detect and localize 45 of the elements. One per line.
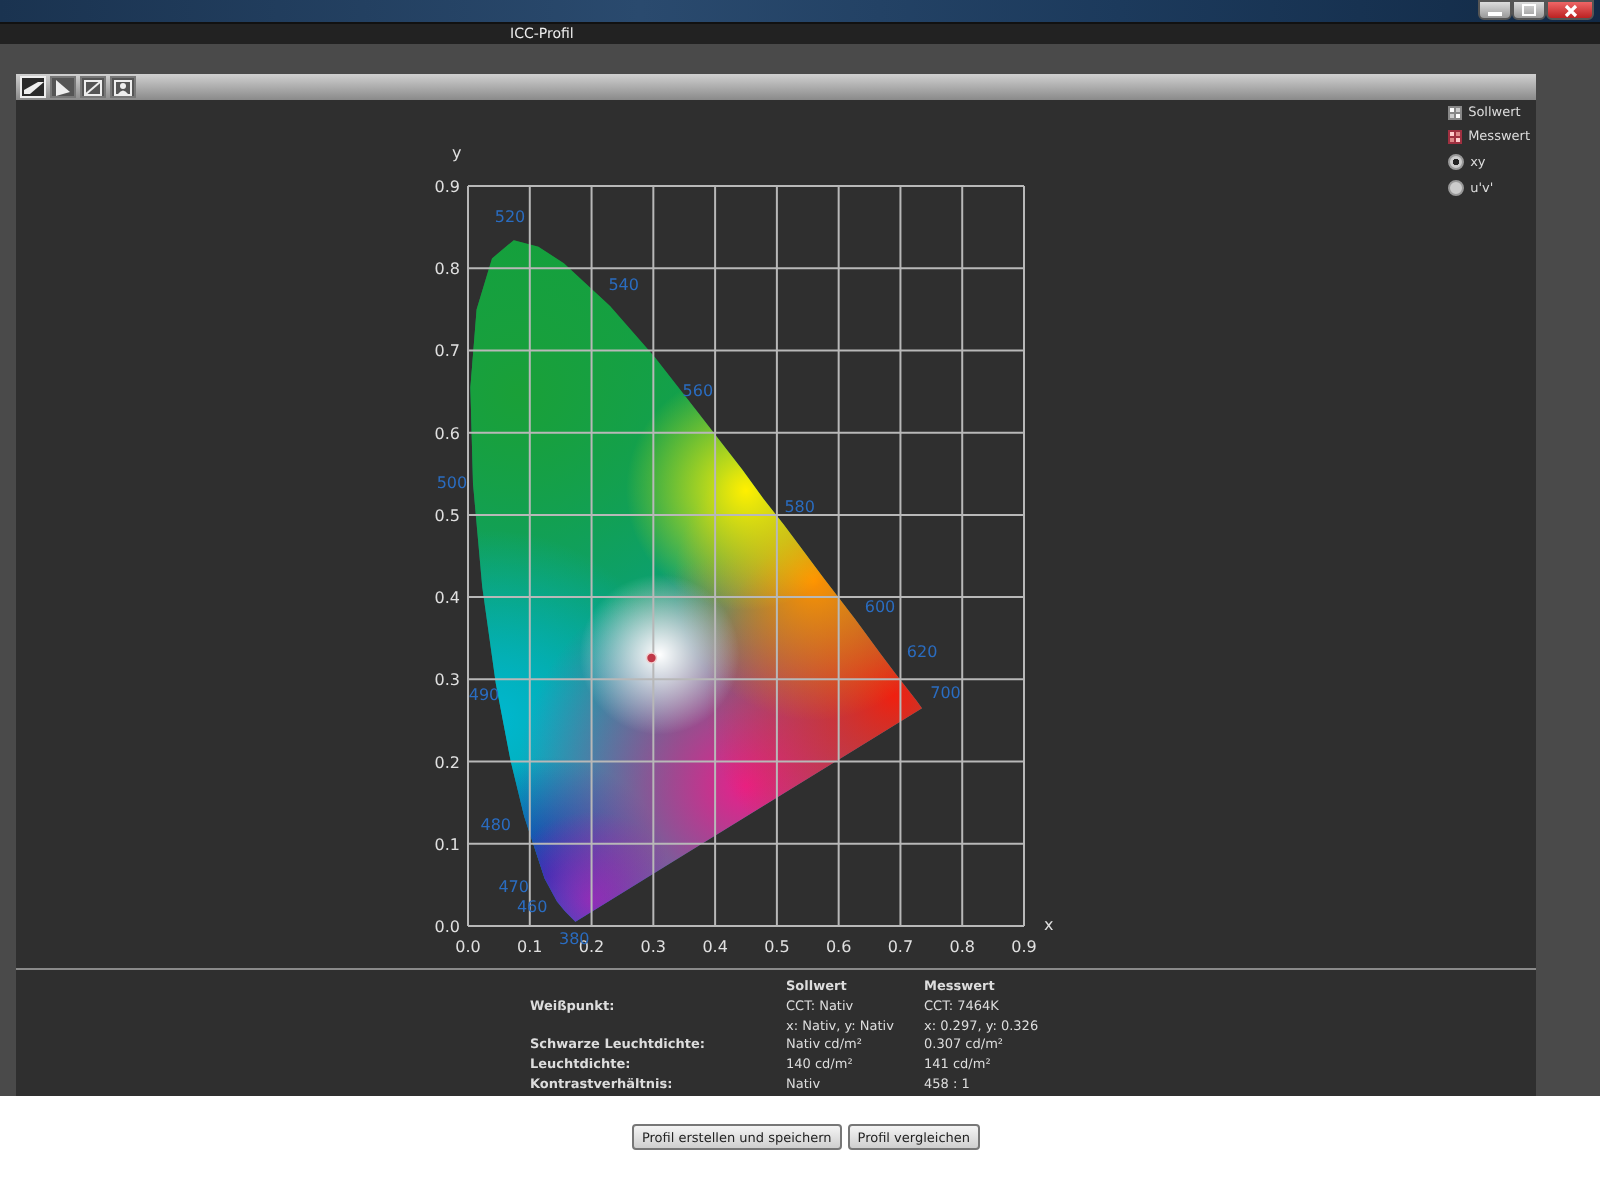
wavelength-label: 580 (784, 497, 816, 516)
x-axis-tick-label: 0.8 (949, 938, 975, 956)
radio-button[interactable] (1448, 154, 1465, 170)
x-axis-tick-label: 0.3 (640, 938, 667, 956)
minimize-button[interactable] (1478, 0, 1512, 20)
y-axis-tick-label: 0.1 (434, 835, 460, 854)
target-marker-icon (1448, 106, 1463, 120)
y-axis-tick-label: 0.5 (434, 506, 460, 525)
wavelength-label: 700 (930, 683, 961, 702)
wavelength-label: 500 (436, 474, 468, 492)
close-button[interactable] (1546, 0, 1594, 20)
x-axis-tick-label: 0.9 (1011, 938, 1037, 956)
x-axis-tick-label: 0.0 (455, 938, 481, 956)
y-axis-tick-label: 0.6 (434, 424, 460, 443)
curve-tab[interactable] (80, 76, 106, 98)
x-axis-tick-label: 0.4 (702, 938, 728, 956)
wavelength-label: 490 (468, 686, 500, 705)
close-icon (1563, 3, 1577, 17)
wavelength-label: 620 (906, 642, 938, 661)
wavelength-label: 540 (608, 275, 639, 294)
radio-button[interactable] (1448, 180, 1465, 196)
x-axis-tick-label: 0.6 (825, 938, 852, 956)
y-axis-label: y (452, 144, 462, 162)
wavelength-label: 560 (682, 381, 714, 400)
y-axis-tick-label: 0.0 (434, 918, 460, 936)
person-tab[interactable] (110, 76, 136, 98)
maximize-button[interactable] (1512, 0, 1546, 20)
wavelength-label: 480 (480, 816, 512, 835)
x-axis-label: x (1044, 916, 1054, 934)
y-axis-tick-label: 0.8 (434, 260, 460, 279)
display-tab[interactable] (20, 76, 46, 98)
wavelength-label: 520 (494, 207, 526, 226)
y-axis-tick-label: 0.4 (434, 589, 460, 608)
y-axis-tick-label: 0.7 (434, 342, 460, 361)
maximize-icon (1522, 4, 1536, 16)
x-axis-tick-label: 0.7 (887, 938, 914, 956)
measured-marker-icon (1448, 130, 1463, 144)
y-axis-tick-label: 0.2 (434, 753, 460, 772)
y-axis-tick-label: 0.9 (434, 178, 460, 196)
x-axis-tick-label: 0.5 (764, 938, 790, 956)
wavelength-label: 470 (498, 877, 529, 896)
wavelength-label: 600 (864, 598, 896, 617)
y-axis-tick-label: 0.3 (434, 671, 460, 690)
pointer-tab[interactable] (50, 76, 76, 98)
x-axis-tick-label: 0.1 (517, 938, 543, 956)
